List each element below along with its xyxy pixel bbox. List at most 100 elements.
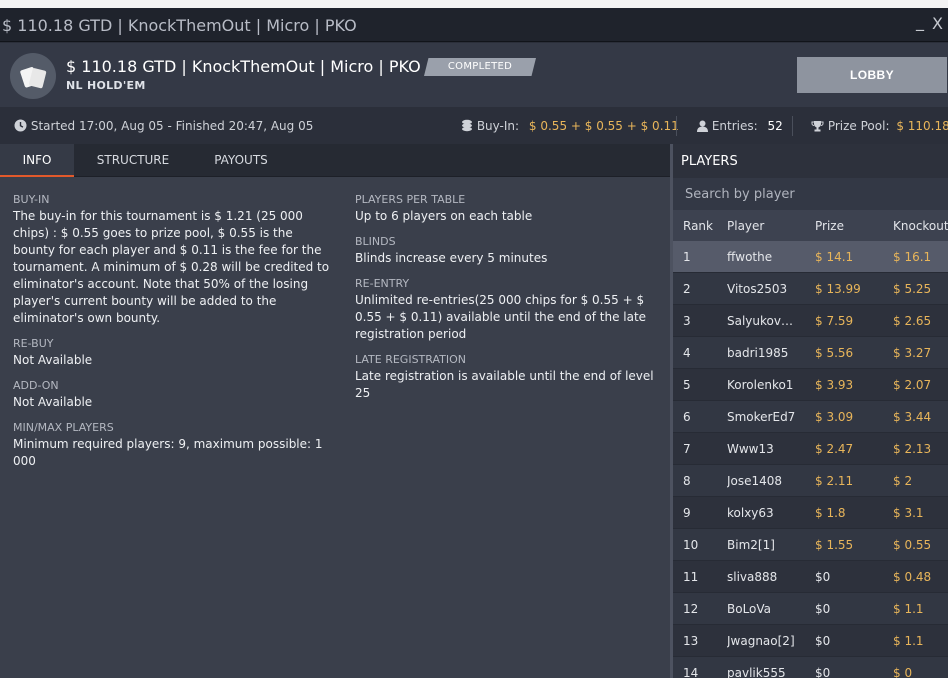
player-row[interactable]: 11 sliva888 $0 $ 0.48: [673, 561, 948, 593]
player-knockout: $ 2.07: [893, 378, 932, 392]
player-knockout: $ 0: [893, 666, 913, 678]
trophy-icon: [811, 121, 824, 132]
player-row[interactable]: 4 badri1985 $ 5.56 $ 3.27: [673, 337, 948, 369]
player-prize: $ 14.1: [815, 250, 854, 264]
player-knockout: $ 0.48: [893, 570, 932, 584]
player-name: badri1985: [727, 346, 789, 360]
blinds-text: Blinds increase every 5 minutes: [355, 251, 548, 265]
min-max-players-text: Minimum required players: 9, maximum pos…: [13, 437, 323, 468]
player-prize: $0: [815, 666, 831, 678]
player-prize: $ 7.59: [815, 314, 854, 328]
buyin-label: Buy-In:: [476, 119, 520, 133]
player-row[interactable]: 9 kolxy63 $ 1.8 $ 3.1: [673, 497, 948, 529]
player-knockout: $ 5.25: [893, 282, 932, 296]
player-prize: $ 5.56: [815, 346, 854, 360]
column-knockout[interactable]: Knockout: [893, 219, 948, 233]
player-prize: $0: [815, 602, 831, 616]
cards-logo-icon: [10, 53, 56, 99]
player-name: Jwagnao[2]: [727, 634, 795, 648]
player-knockout: $ 2.13: [893, 442, 932, 456]
players-title: PLAYERS: [681, 154, 738, 169]
player-row[interactable]: 10 Bim2[1] $ 1.55 $ 0.55: [673, 529, 948, 561]
player-knockout: $ 16.1: [893, 250, 932, 264]
players-per-table-heading: PLAYERS PER TABLE: [355, 193, 466, 206]
minimize-button[interactable]: _: [916, 12, 924, 31]
player-prize: $0: [815, 634, 831, 648]
player-rank: 12: [683, 602, 699, 616]
column-rank[interactable]: Rank: [683, 219, 713, 233]
player-row[interactable]: 5 Korolenko1 $ 3.93 $ 2.07: [673, 369, 948, 401]
player-name: Jose1408: [727, 474, 783, 488]
min-max-players-heading: MIN/MAX PLAYERS: [13, 421, 114, 434]
buyin-heading: BUY-IN: [13, 193, 50, 206]
entries-value: 52: [767, 119, 783, 133]
player-rank: 14: [683, 666, 699, 678]
player-row[interactable]: 13 Jwagnao[2] $0 $ 1.1: [673, 625, 948, 657]
tab-bar: INFO STRUCTURE PAYOUTS: [0, 144, 670, 177]
player-row[interactable]: 12 BoLoVa $0 $ 1.1: [673, 593, 948, 625]
player-prize: $0: [815, 570, 831, 584]
game-type: NL HOLD'EM: [66, 79, 146, 92]
player-rank: 7: [683, 442, 691, 456]
divider: [792, 116, 793, 136]
player-row[interactable]: 3 SalyukovA... $ 7.59 $ 2.65: [673, 305, 948, 337]
player-row[interactable]: 1 ffwothe $ 14.1 $ 16.1: [673, 241, 948, 273]
lobby-button[interactable]: LOBBY: [797, 57, 947, 93]
players-table-header: Rank Player Prize Knockout: [673, 210, 948, 241]
player-name: Korolenko1: [727, 378, 794, 392]
buyin-value: $ 0.55 + $ 0.55 + $ 0.11: [528, 119, 679, 133]
player-knockout: $ 0.55: [893, 538, 932, 552]
player-row[interactable]: 7 Www13 $ 2.47 $ 2.13: [673, 433, 948, 465]
player-prize: $ 1.8: [815, 506, 846, 520]
player-rank: 6: [683, 410, 691, 424]
player-rank: 2: [683, 282, 691, 296]
tournament-title: $ 110.18 GTD | KnockThemOut | Micro | PK…: [66, 57, 421, 76]
rebuy-heading: RE-BUY: [13, 337, 54, 350]
player-row[interactable]: 14 pavlik555 $0 $ 0: [673, 657, 948, 678]
player-prize: $ 3.93: [815, 378, 854, 392]
player-knockout: $ 3.27: [893, 346, 932, 360]
player-name: Vitos2503: [727, 282, 788, 296]
buyin-text: The buy-in for this tournament is $ 1.21…: [13, 209, 330, 325]
players-table-body: 1 ffwothe $ 14.1 $ 16.1 2 Vitos2503 $ 13.99 $ 5…: [673, 241, 948, 678]
player-rank: 9: [683, 506, 691, 520]
user-icon: [697, 120, 708, 132]
player-knockout: $ 2: [893, 474, 913, 488]
player-name: pavlik555: [727, 666, 786, 678]
player-name: kolxy63: [727, 506, 774, 520]
tab-structure[interactable]: STRUCTURE: [84, 144, 182, 177]
entries-label: Entries:: [711, 119, 758, 133]
late-registration-heading: LATE REGISTRATION: [355, 353, 466, 366]
player-knockout: $ 3.1: [893, 506, 924, 520]
status-badge: COMPLETED: [424, 58, 536, 76]
tab-info[interactable]: INFO: [0, 144, 74, 177]
chips-icon: [462, 119, 472, 132]
blinds-heading: BLINDS: [355, 235, 396, 248]
clock-icon: [14, 119, 27, 132]
player-row[interactable]: 2 Vitos2503 $ 13.99 $ 5.25: [673, 273, 948, 305]
player-prize: $ 2.11: [815, 474, 854, 488]
late-registration-text: Late registration is available until the…: [355, 369, 654, 400]
tournament-info-bar: Started 17:00, Aug 05 - Finished 20:47, …: [0, 108, 948, 144]
player-rank: 1: [683, 250, 691, 264]
reentry-heading: RE-ENTRY: [355, 277, 410, 290]
player-knockout: $ 2.65: [893, 314, 932, 328]
close-button[interactable]: X: [932, 14, 943, 33]
player-row[interactable]: 8 Jose1408 $ 2.11 $ 2: [673, 465, 948, 497]
player-prize: $ 13.99: [815, 282, 861, 296]
column-player[interactable]: Player: [727, 219, 764, 233]
tournament-header: $ 110.18 GTD | KnockThemOut | Micro | PK…: [0, 43, 948, 107]
player-name: BoLoVa: [727, 602, 772, 616]
window-title: $ 110.18 GTD | KnockThemOut | Micro | PK…: [2, 16, 357, 35]
prize-pool-label: Prize Pool:: [827, 119, 890, 133]
player-rank: 11: [683, 570, 699, 584]
prize-pool-value: $ 110.18: [896, 119, 948, 133]
player-name: SalyukovA...: [727, 314, 799, 328]
player-search-input[interactable]: [673, 178, 948, 210]
column-prize[interactable]: Prize: [815, 219, 844, 233]
player-row[interactable]: 6 SmokerEd7 $ 3.09 $ 3.44: [673, 401, 948, 433]
tab-payouts[interactable]: PAYOUTS: [200, 144, 282, 177]
player-prize: $ 3.09: [815, 410, 854, 424]
addon-heading: ADD-ON: [13, 379, 59, 392]
player-name: sliva888: [727, 570, 778, 584]
